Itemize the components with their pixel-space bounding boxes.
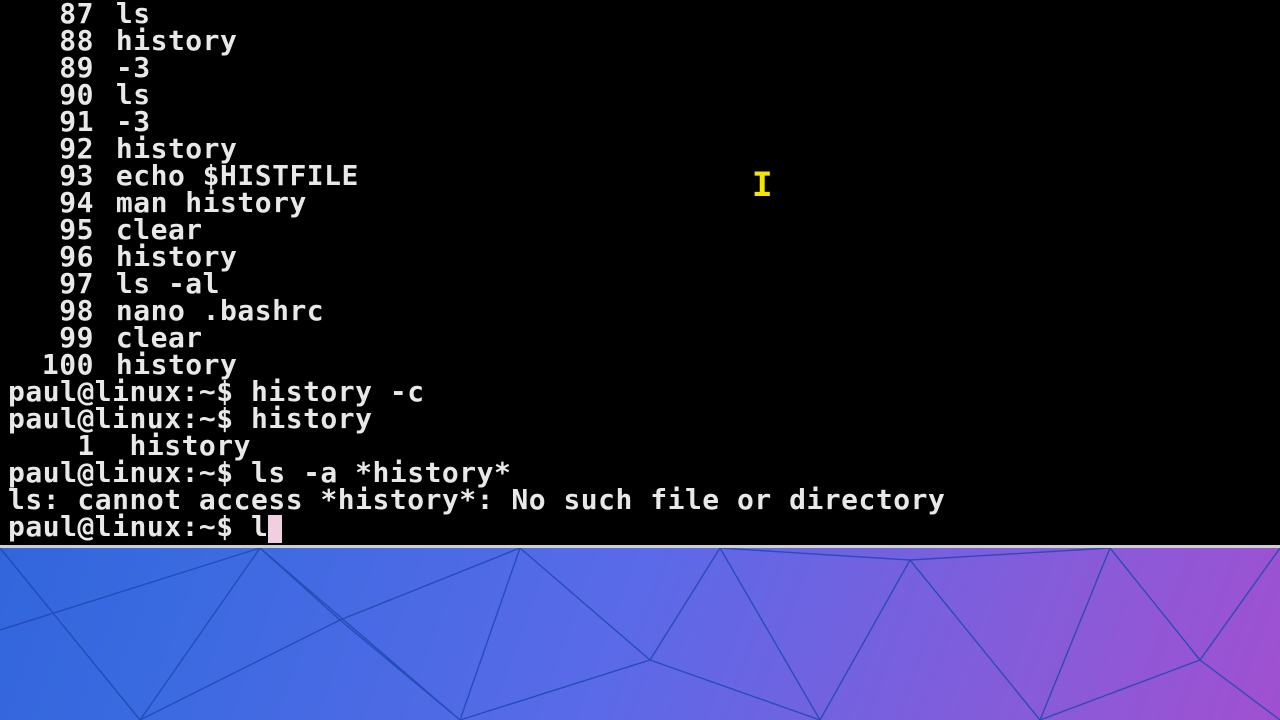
output-line: paul@linux:~$ ls -a *history*: [8, 459, 1272, 486]
history-row: 88 history: [8, 27, 1272, 54]
history-row: 90 ls: [8, 81, 1272, 108]
history-row: 94 man history: [8, 189, 1272, 216]
history-number: 93: [8, 162, 94, 189]
terminal-window[interactable]: 87 ls 88 history 89 -3 90 ls 91 -3 92 history 93 echo…: [0, 0, 1280, 548]
history-row: 93 echo $HISTFILE: [8, 162, 1272, 189]
history-command: man history: [116, 189, 307, 216]
history-command: ls: [116, 81, 151, 108]
history-row: 91 -3: [8, 108, 1272, 135]
history-row: 87 ls: [8, 0, 1272, 27]
history-row: 96 history: [8, 243, 1272, 270]
history-number: 97: [8, 270, 94, 297]
history-command: ls -al: [116, 270, 220, 297]
history-command: history: [116, 135, 238, 162]
history-row: 100 history: [8, 351, 1272, 378]
history-number: 100: [8, 351, 94, 378]
history-number: 90: [8, 81, 94, 108]
history-number: 87: [8, 0, 94, 27]
history-row: 95 clear: [8, 216, 1272, 243]
history-row: 99 clear: [8, 324, 1272, 351]
history-command: ls: [116, 0, 151, 27]
history-command: history: [116, 243, 238, 270]
output-line: paul@linux:~$ history -c: [8, 378, 1272, 405]
current-input-text[interactable]: l: [251, 510, 268, 543]
history-number: 94: [8, 189, 94, 216]
history-number: 91: [8, 108, 94, 135]
history-row: 97 ls -al: [8, 270, 1272, 297]
output-line: paul@linux:~$ history: [8, 405, 1272, 432]
history-number: 89: [8, 54, 94, 81]
terminal-output[interactable]: 87 ls 88 history 89 -3 90 ls 91 -3 92 history 93 echo…: [0, 0, 1280, 543]
history-command: history: [116, 27, 238, 54]
history-row: 89 -3: [8, 54, 1272, 81]
history-command: -3: [116, 108, 151, 135]
history-number: 99: [8, 324, 94, 351]
history-number: 95: [8, 216, 94, 243]
history-command: clear: [116, 216, 203, 243]
text-cursor: [268, 515, 282, 543]
ibeam-cursor-icon: I: [752, 166, 772, 208]
output-line: 1 history: [8, 432, 1272, 459]
history-command: echo $HISTFILE: [116, 162, 359, 189]
history-command: history: [116, 351, 238, 378]
history-row: 98 nano .bashrc: [8, 297, 1272, 324]
history-number: 96: [8, 243, 94, 270]
history-row: 92 history: [8, 135, 1272, 162]
output-line: ls: cannot access *history*: No such fil…: [8, 486, 1272, 513]
history-command: nano .bashrc: [116, 297, 324, 324]
current-prompt-line[interactable]: paul@linux:~$ l: [8, 513, 1272, 543]
history-number: 98: [8, 297, 94, 324]
history-number: 88: [8, 27, 94, 54]
history-command: clear: [116, 324, 203, 351]
history-number: 92: [8, 135, 94, 162]
history-command: -3: [116, 54, 151, 81]
shell-prompt: paul@linux:~$: [8, 510, 251, 543]
